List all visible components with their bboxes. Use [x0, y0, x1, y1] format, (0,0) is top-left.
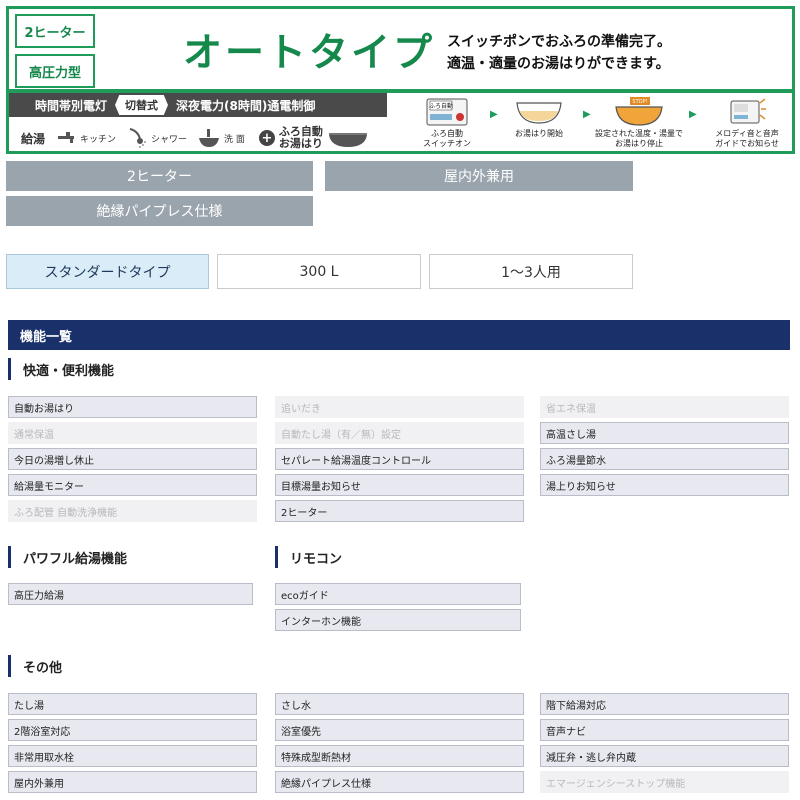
- power-left-label: 時間帯別電灯: [35, 98, 108, 113]
- function-item: インターホン機能: [275, 609, 521, 631]
- function-item: 浴室優先: [275, 719, 524, 741]
- faucet-icon: [58, 132, 75, 143]
- function-item: 自動お湯はり: [8, 396, 257, 418]
- function-item: 2ヒーター: [275, 500, 524, 522]
- function-item: 高温さし湯: [540, 422, 789, 444]
- function-item: 特殊成型断熱材: [275, 745, 524, 767]
- step2-label: お湯はり開始: [515, 129, 563, 138]
- step-fill-stop: STOP! 設定された温度・湯量で お湯はり停止: [593, 97, 685, 149]
- function-item: 減圧弁・逃し弁内蔵: [540, 745, 789, 767]
- function-item: セパレート給湯温度コントロール: [275, 448, 524, 470]
- supply-row: 給湯 キッチン シャワー 洗 面 + ふろ自動 お湯はり: [9, 121, 387, 155]
- sink-label: 洗 面: [224, 134, 245, 145]
- heater-tag: 2ヒーター: [15, 14, 95, 48]
- product-banner: 2ヒーター 高圧力型 オートタイプ スイッチポンでおふろの準備完了。 適温・適量…: [6, 6, 795, 154]
- function-list-header: 機能一覧: [8, 320, 790, 350]
- auto-fill-steps: ふろ自動 ふろ自動 スイッチオン ▶ お湯はり開始 ▶ STOP! 設定された温…: [407, 97, 792, 155]
- supply-label: 給湯: [21, 131, 46, 146]
- spec-capacity: 300 L: [217, 254, 421, 289]
- function-item: ecoガイド: [275, 583, 521, 605]
- remote-panel-label: ふろ自動: [429, 102, 453, 110]
- function-item: ふろ配管 自動洗浄機能: [8, 500, 257, 522]
- catch-line-2: 適温・適量のお湯はりができます。: [447, 56, 670, 72]
- bathtub-icon: [328, 133, 367, 147]
- switch-badge: 切替式: [115, 95, 169, 115]
- section-other-title: その他: [8, 655, 248, 677]
- power-mode-bar: 時間帯別電灯 切替式 深夜電力(8時間)通電制御: [9, 93, 387, 117]
- step-fill-start: お湯はり開始: [499, 97, 579, 139]
- kitchen-item: キッチン: [55, 128, 116, 148]
- washbasin-icon: [199, 129, 220, 147]
- section-powerful-title: パワフル給湯機能: [8, 546, 248, 568]
- kitchen-label: キッチン: [80, 134, 117, 145]
- tub-filling-icon: [516, 102, 562, 124]
- step3-line2: お湯はり停止: [615, 139, 663, 148]
- function-item: さし水: [275, 693, 524, 715]
- function-item: 今日の湯増し休止: [8, 448, 257, 470]
- plus-icon: +: [258, 130, 275, 146]
- pressure-tag: 高圧力型: [15, 54, 95, 88]
- step-arrow-icon: ▶: [490, 109, 498, 120]
- sink-item: 洗 面: [197, 127, 245, 149]
- function-item: ふろ湯量節水: [540, 448, 789, 470]
- auto-type-title: オートタイプ: [182, 31, 435, 76]
- shower-item: シャワー: [126, 127, 187, 149]
- function-item: 湯上りお知らせ: [540, 474, 789, 496]
- function-item: 屋内外兼用: [8, 771, 257, 793]
- function-item: たし湯: [8, 693, 257, 715]
- shower-label: シャワー: [151, 134, 188, 145]
- step4-line1: メロディ音と音声: [715, 129, 779, 138]
- function-item: 音声ナビ: [540, 719, 789, 741]
- function-item: 階下給湯対応: [540, 693, 789, 715]
- tag-indoor-outdoor: 屋内外兼用: [325, 161, 633, 191]
- function-item: エマージェンシーストップ機能: [540, 771, 789, 793]
- step3-line1: 設定された温度・湯量で: [595, 129, 683, 138]
- catch-copy: スイッチポンでおふろの準備完了。 適温・適量のお湯はりができます。: [447, 31, 787, 75]
- catch-line-1: スイッチポンでおふろの準備完了。: [447, 34, 671, 50]
- function-item: 自動たし湯（有／無）設定: [275, 422, 524, 444]
- function-item: 省エネ保温: [540, 396, 789, 418]
- tag-2-heater: 2ヒーター: [6, 161, 313, 191]
- step-switch-on: ふろ自動 ふろ自動 スイッチオン: [407, 97, 487, 149]
- shower-icon: [129, 128, 147, 148]
- furo-auto-label: ふろ自動 お湯はり: [278, 125, 323, 150]
- section-remote-title: リモコン: [275, 546, 515, 568]
- step-notify: メロディ音と音声 ガイドでお知らせ: [703, 97, 791, 149]
- function-item: 追いだき: [275, 396, 524, 418]
- step1-line1: ふろ自動: [431, 129, 463, 138]
- function-item: 非常用取水栓: [8, 745, 257, 767]
- tub-stop-icon: STOP!: [615, 97, 663, 126]
- function-item: 高圧力給湯: [8, 583, 253, 605]
- step-arrow-icon: ▶: [583, 109, 591, 120]
- tag-insulated-pipeless: 絶縁パイプレス仕様: [6, 196, 313, 226]
- spec-type: スタンダードタイプ: [6, 254, 209, 289]
- remote-sound-icon: [730, 98, 766, 124]
- step-arrow-icon: ▶: [689, 109, 697, 120]
- stop-sign-label: STOP!: [632, 99, 647, 105]
- power-right-label: 深夜電力(8時間)通電制御: [176, 98, 316, 113]
- function-item: 2階浴室対応: [8, 719, 257, 741]
- function-item: 絶縁パイプレス仕様: [275, 771, 524, 793]
- spec-people: 1～3人用: [429, 254, 633, 289]
- remote-panel-icon: ふろ自動: [426, 98, 468, 126]
- section-comfort-title: 快適・便利機能: [8, 358, 248, 380]
- function-item: 給湯量モニター: [8, 474, 257, 496]
- function-item: 目標湯量お知らせ: [275, 474, 524, 496]
- function-item: 通常保温: [8, 422, 257, 444]
- step1-line2: スイッチオン: [423, 139, 471, 148]
- step4-line2: ガイドでお知らせ: [715, 139, 779, 148]
